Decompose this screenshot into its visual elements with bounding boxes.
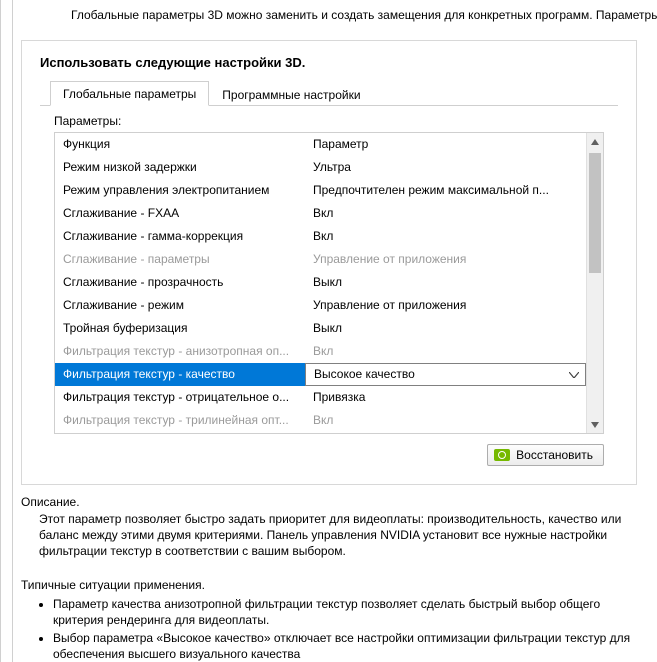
table-row[interactable]: Сглаживание - параметрыУправление от при…	[55, 248, 586, 271]
row-func: Фильтрация текстур - качество	[55, 363, 305, 386]
row-func: Режим низкой задержки	[55, 156, 305, 179]
table-row[interactable]: Фильтрация текстур - качествоВысокое кач…	[55, 363, 586, 386]
table-row[interactable]: Режим управления электропитаниемПредпочт…	[55, 179, 586, 202]
row-func: Сглаживание - параметры	[55, 248, 305, 271]
restore-button[interactable]: Восстановить	[487, 444, 604, 466]
settings-grid: ФункцияПараметрРежим низкой задержкиУльт…	[54, 132, 604, 434]
row-param: Вкл	[305, 340, 586, 363]
left-divider	[12, 0, 13, 662]
row-param: Ультра	[305, 156, 586, 179]
table-row[interactable]: Тройная буферизацияВыкл	[55, 317, 586, 340]
row-func: Фильтрация текстур - трилинейная опт...	[55, 409, 305, 432]
usage-title: Типичные ситуации применения.	[21, 578, 637, 592]
restore-row: Восстановить	[54, 444, 604, 466]
row-param: Привязка	[305, 386, 586, 409]
table-row[interactable]: Режим низкой задержкиУльтра	[55, 156, 586, 179]
table-row[interactable]: Сглаживание - гамма-коррекцияВкл	[55, 225, 586, 248]
row-param: Выкл	[305, 317, 586, 340]
scroll-thumb[interactable]	[589, 153, 601, 273]
restore-button-label: Восстановить	[516, 448, 593, 462]
tabs: Глобальные параметры Программные настрой…	[40, 80, 618, 106]
scroll-up-button[interactable]	[587, 133, 603, 150]
row-param: Вкл	[305, 409, 586, 432]
table-header: ФункцияПараметр	[55, 133, 586, 156]
table-row[interactable]: Фильтрация текстур - анизотропная оп...В…	[55, 340, 586, 363]
usage-block: Типичные ситуации применения. Параметр к…	[21, 578, 637, 662]
list-item: Выбор параметра «Высокое качество» отклю…	[53, 630, 637, 662]
row-param: Вкл	[305, 202, 586, 225]
row-func: Режим управления электропитанием	[55, 179, 305, 202]
settings-panel: Использовать следующие настройки 3D. Гло…	[21, 40, 637, 485]
description-body: Этот параметр позволяет быстро задать пр…	[39, 511, 637, 560]
row-func: Фильтрация текстур - анизотропная оп...	[55, 340, 305, 363]
description-block: Описание. Этот параметр позволяет быстро…	[21, 495, 637, 560]
chevron-down-icon[interactable]	[567, 368, 581, 382]
row-func: Тройная буферизация	[55, 317, 305, 340]
list-item: Параметр качества анизотропной фильтраци…	[53, 596, 637, 628]
row-func: Сглаживание - FXAA	[55, 202, 305, 225]
intro-text: Глобальные параметры 3D можно заменить и…	[1, 0, 657, 30]
row-func: Сглаживание - режим	[55, 294, 305, 317]
params-label: Параметры:	[54, 114, 618, 128]
description-title: Описание.	[21, 495, 637, 509]
row-param: Предпочтителен режим максимальной п...	[305, 179, 586, 202]
panel-title: Использовать следующие настройки 3D.	[40, 55, 618, 70]
row-param-dropdown[interactable]: Высокое качество	[305, 363, 586, 386]
table-row[interactable]: Сглаживание - прозрачностьВыкл	[55, 271, 586, 294]
tab-global[interactable]: Глобальные параметры	[50, 81, 209, 106]
usage-list: Параметр качества анизотропной фильтраци…	[39, 596, 637, 662]
row-func: Фильтрация текстур - отрицательное о...	[55, 386, 305, 409]
table-row[interactable]: Сглаживание - FXAAВкл	[55, 202, 586, 225]
table-row[interactable]: Фильтрация текстур - отрицательное о...П…	[55, 386, 586, 409]
row-param: Управление от приложения	[305, 294, 586, 317]
row-param: Вкл	[305, 225, 586, 248]
table-row[interactable]: Фильтрация текстур - трилинейная опт...В…	[55, 409, 586, 432]
tab-program[interactable]: Программные настройки	[209, 81, 373, 106]
row-func: Сглаживание - гамма-коррекция	[55, 225, 305, 248]
row-param: Управление от приложения	[305, 248, 586, 271]
header-param: Параметр	[305, 133, 586, 156]
header-func: Функция	[55, 133, 305, 156]
scrollbar[interactable]	[586, 133, 603, 433]
row-param: Выкл	[305, 271, 586, 294]
nvidia-icon	[494, 449, 510, 461]
scroll-down-button[interactable]	[587, 416, 603, 433]
table-row[interactable]: Сглаживание - режимУправление от приложе…	[55, 294, 586, 317]
row-func: Сглаживание - прозрачность	[55, 271, 305, 294]
